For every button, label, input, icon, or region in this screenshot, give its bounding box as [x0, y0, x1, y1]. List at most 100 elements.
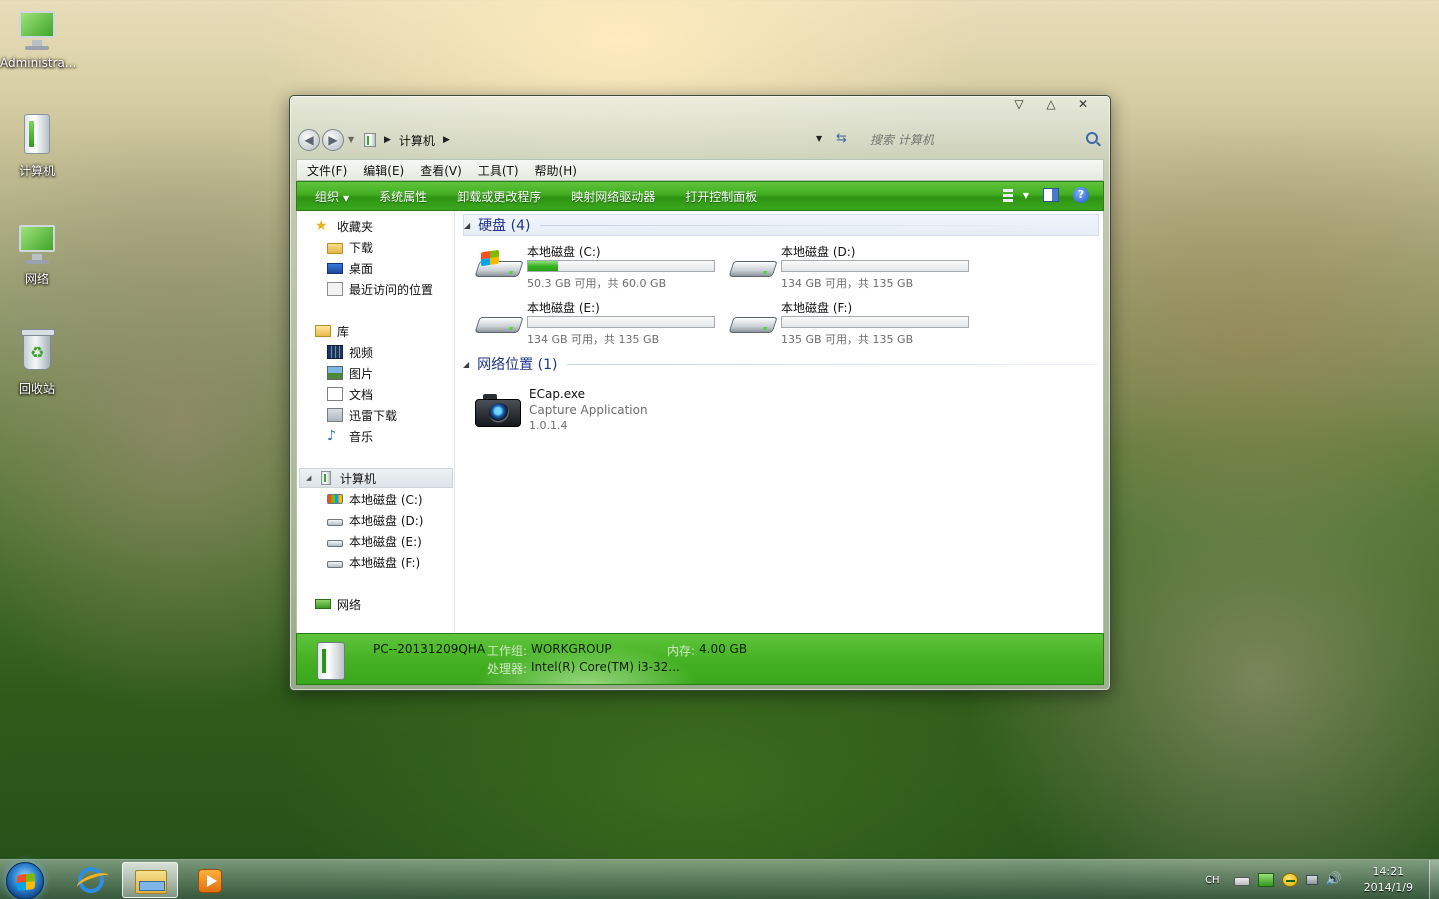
nav-favorites[interactable]: ★ 收藏夹	[297, 216, 455, 236]
nav-drive-c[interactable]: 本地磁盘 (C:)	[297, 489, 455, 509]
close-button[interactable]: ✕	[1074, 96, 1092, 112]
nav-computer[interactable]: ◢ 计算机	[299, 468, 453, 488]
nav-label: 本地磁盘 (F:)	[349, 555, 421, 570]
desktop-icon-administrator[interactable]: Administra...	[0, 8, 77, 70]
drive-usage-bar	[781, 316, 969, 328]
content-area: ★ 收藏夹 下载 桌面 最近访问的位置 库 视频 图片 文档 迅雷下载 ♪ 音乐…	[296, 211, 1104, 633]
menu-help[interactable]: 帮助(H)	[535, 162, 577, 179]
drive-name: 本地磁盘 (D:)	[781, 245, 856, 259]
hard-drive-icon	[327, 518, 343, 526]
chevron-down-icon[interactable]: ▼	[1023, 191, 1029, 200]
keyboard-icon[interactable]	[1233, 876, 1250, 886]
open-control-panel-button[interactable]: 打开控制面板	[685, 188, 757, 205]
nav-downloads[interactable]: 下载	[297, 237, 455, 257]
folder-icon	[327, 242, 343, 254]
caption-up-button[interactable]: △	[1042, 96, 1060, 112]
file-pane: ◢ 硬盘 (4) 本地磁盘 (C:) 50.3 GB 可用，共 60.0 GB …	[457, 211, 1103, 633]
desktop-icon-computer[interactable]: 计算机	[0, 114, 74, 179]
menu-file[interactable]: 文件(F)	[307, 162, 347, 179]
back-button[interactable]: ◀	[298, 129, 320, 151]
nav-music[interactable]: ♪ 音乐	[297, 426, 455, 446]
clock-date: 2014/1/9	[1363, 881, 1413, 894]
media-player-icon	[198, 869, 222, 893]
camera-icon	[475, 393, 521, 427]
breadcrumb-separator-icon[interactable]: ▶	[443, 135, 450, 145]
collapse-icon[interactable]: ◢	[463, 360, 469, 369]
nav-recent-places[interactable]: 最近访问的位置	[297, 279, 455, 299]
address-row: ◀ ▶ ▼ ▶ 计算机 ▶ ▼ ⇆	[298, 126, 1102, 152]
pc-name: PC--20131209QHA	[373, 642, 486, 656]
expand-icon[interactable]: ◢	[306, 474, 311, 482]
nav-label: 视频	[349, 345, 374, 360]
group-title: 网络位置 (1)	[477, 357, 558, 373]
address-bar[interactable]: ▶ 计算机 ▶	[364, 129, 834, 151]
menu-edit[interactable]: 编辑(E)	[363, 162, 404, 179]
tray-app-icon[interactable]	[1281, 873, 1298, 887]
nav-videos[interactable]: 视频	[297, 342, 455, 362]
workgroup-label: 工作组:	[487, 644, 528, 658]
system-properties-button[interactable]: 系统属性	[379, 188, 427, 205]
search-icon[interactable]	[1086, 132, 1098, 144]
drive-e[interactable]: 本地磁盘 (E:) 134 GB 可用，共 135 GB	[474, 299, 725, 349]
start-button[interactable]	[6, 862, 44, 899]
drive-c[interactable]: 本地磁盘 (C:) 50.3 GB 可用，共 60.0 GB	[474, 243, 725, 293]
desktop-icon	[327, 262, 343, 274]
change-view-icon[interactable]	[1001, 187, 1019, 203]
nav-drive-f[interactable]: 本地磁盘 (F:)	[297, 552, 455, 572]
nav-network[interactable]: 网络	[297, 594, 455, 614]
refresh-icon[interactable]: ⇆	[836, 131, 847, 146]
menu-tools[interactable]: 工具(T)	[478, 162, 519, 179]
address-dropdown-icon[interactable]: ▼	[816, 134, 822, 143]
cpu-label: 处理器:	[487, 662, 528, 676]
nav-label: 网络	[337, 597, 362, 612]
caption-dropdown-button[interactable]: ▽	[1010, 96, 1028, 112]
desktop-icon-recycle-bin[interactable]: 回收站	[0, 329, 74, 397]
taskbar-windows-explorer[interactable]	[122, 862, 178, 898]
nav-libraries[interactable]: 库	[297, 321, 455, 341]
nav-label: 本地磁盘 (C:)	[349, 492, 423, 507]
clock[interactable]: 14:21 2014/1/9	[1364, 864, 1413, 896]
nav-drive-d[interactable]: 本地磁盘 (D:)	[297, 510, 455, 530]
breadcrumb-computer[interactable]: 计算机	[399, 132, 435, 149]
menu-view[interactable]: 查看(V)	[420, 162, 462, 179]
drive-free-space: 50.3 GB 可用，共 60.0 GB	[527, 277, 667, 290]
nav-pictures[interactable]: 图片	[297, 363, 455, 383]
hard-drive-icon	[728, 307, 778, 337]
search-input[interactable]	[870, 133, 1070, 147]
system-tray: CH 🔊 14:21 2014/1/9	[1205, 860, 1423, 899]
show-desktop-button[interactable]	[1429, 860, 1439, 899]
drive-d[interactable]: 本地磁盘 (D:) 134 GB 可用，共 135 GB	[728, 243, 979, 293]
breadcrumb-separator-icon[interactable]: ▶	[384, 135, 391, 145]
recent-pages-dropdown[interactable]: ▼	[348, 135, 354, 144]
explorer-window[interactable]: ▽ △ ✕ ◀ ▶ ▼ ▶ 计算机 ▶ ▼ ⇆ 文件(F) 编辑(E) 查看(V…	[289, 95, 1111, 691]
preview-pane-icon[interactable]	[1043, 188, 1059, 202]
network-status-icon[interactable]	[1305, 875, 1318, 885]
computer-icon	[321, 471, 331, 485]
memory-value: 4.00 GB	[699, 642, 748, 656]
desktop-icon-label: Administra...	[0, 56, 77, 70]
nav-desktop[interactable]: 桌面	[297, 258, 455, 278]
drive-name: 本地磁盘 (C:)	[527, 245, 601, 259]
taskbar-internet-explorer[interactable]	[62, 862, 118, 898]
nav-thunder-downloads[interactable]: 迅雷下载	[297, 405, 455, 425]
language-indicator[interactable]: CH	[1205, 875, 1220, 886]
help-icon[interactable]: ?	[1073, 187, 1089, 203]
network-item-ecap[interactable]: ECap.exe Capture Application 1.0.1.4	[475, 387, 735, 435]
drive-f[interactable]: 本地磁盘 (F:) 135 GB 可用，共 135 GB	[728, 299, 979, 349]
group-header-hard-disks[interactable]: ◢ 硬盘 (4)	[463, 214, 1099, 236]
picture-icon	[327, 366, 343, 380]
security-app-icon[interactable]	[1257, 873, 1274, 887]
organize-button[interactable]: 组织 ▼	[315, 188, 349, 205]
desktop-icon-network[interactable]: 网络	[0, 222, 74, 287]
nav-label: 最近访问的位置	[349, 282, 434, 297]
nav-documents[interactable]: 文档	[297, 384, 455, 404]
volume-icon[interactable]: 🔊	[1326, 873, 1342, 887]
taskbar-media-player[interactable]	[198, 862, 254, 898]
group-header-network-locations[interactable]: ◢ 网络位置 (1)	[463, 353, 1099, 375]
drive-free-space: 134 GB 可用，共 135 GB	[527, 333, 660, 346]
map-network-drive-button[interactable]: 映射网络驱动器	[571, 188, 655, 205]
uninstall-program-button[interactable]: 卸载或更改程序	[457, 188, 541, 205]
nav-drive-e[interactable]: 本地磁盘 (E:)	[297, 531, 455, 551]
collapse-icon[interactable]: ◢	[464, 221, 470, 230]
forward-button[interactable]: ▶	[322, 129, 344, 151]
